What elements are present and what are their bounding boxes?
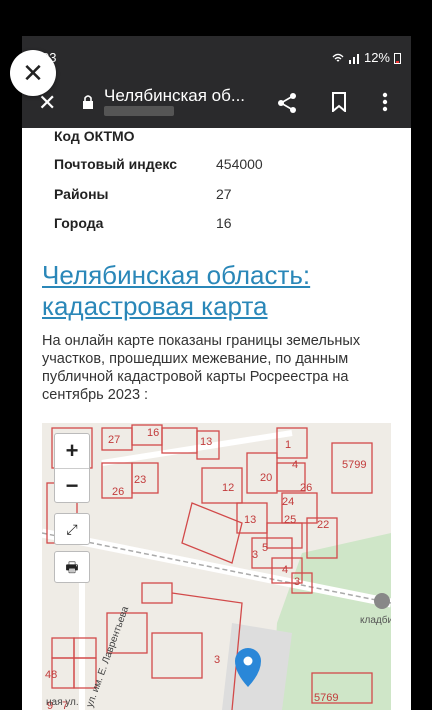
- parcel-label: 3: [294, 576, 300, 588]
- zoom-in-button[interactable]: +: [55, 434, 89, 469]
- bookmark-icon[interactable]: [331, 92, 347, 112]
- phone-screen: 03 12% ✕ Челябинская об... Код ОКТМО Поч…: [22, 36, 411, 710]
- status-bar: 03 12%: [22, 36, 411, 80]
- parcel-label: 1: [285, 439, 291, 451]
- more-vert-icon[interactable]: [382, 92, 388, 112]
- parcel-label: 5799: [342, 459, 366, 471]
- close-overlay-button[interactable]: ✕: [10, 50, 56, 96]
- parcel-label: 26: [300, 482, 312, 494]
- info-value-postal: 454000: [216, 156, 263, 172]
- status-right: 12%: [332, 50, 401, 65]
- parcel-label: 16: [147, 427, 159, 439]
- map-canvas[interactable]: 27 16 13 1 4 26 23 12 20 3 5799 24 25 13…: [42, 423, 391, 710]
- info-label-cities: Города: [54, 215, 104, 231]
- location-pin-dot: [243, 656, 253, 666]
- article-heading-link[interactable]: Челябинская область: кадастровая карта: [42, 260, 392, 322]
- signal-icon: [348, 53, 359, 64]
- parcel-label: 12: [222, 482, 234, 494]
- print-button[interactable]: 🖶: [54, 551, 90, 583]
- cemetery-icon: [374, 593, 390, 609]
- page-url[interactable]: [104, 106, 174, 116]
- article-paragraph: На онлайн карте показаны границы земельн…: [42, 333, 361, 403]
- zoom-out-button[interactable]: −: [55, 469, 89, 503]
- fullscreen-icon: ⤢: [66, 521, 78, 537]
- share-icon[interactable]: [276, 92, 298, 114]
- parcel-label: 5: [262, 542, 268, 554]
- info-value-districts: 27: [216, 186, 232, 202]
- parcel-label: 48: [45, 669, 57, 681]
- parcel-label: 27: [108, 434, 120, 446]
- printer-icon: 🖶: [65, 559, 79, 575]
- parcel-label: 26: [112, 486, 124, 498]
- cadastral-map[interactable]: 27 16 13 1 4 26 23 12 20 3 5799 24 25 13…: [42, 423, 391, 710]
- parcel-label: 24: [282, 496, 294, 508]
- parcel-label: 13: [200, 436, 212, 448]
- street-label: ная ул.: [46, 697, 79, 708]
- parcel-label: 4: [282, 564, 288, 576]
- parcel-label: 20: [260, 472, 272, 484]
- parcel-label: 23: [134, 474, 146, 486]
- zoom-control: + −: [54, 433, 90, 503]
- parcel-label: 13: [244, 514, 256, 526]
- close-icon: ✕: [22, 57, 44, 88]
- lock-icon: [83, 95, 93, 109]
- info-label-postal: Почтовый индекс: [54, 156, 178, 172]
- battery-icon: [394, 52, 401, 64]
- parcel-label: 5769: [314, 692, 338, 704]
- browser-toolbar: ✕ Челябинская об...: [22, 80, 411, 128]
- parcel-label: 3: [214, 654, 220, 666]
- page-title[interactable]: Челябинская об...: [104, 86, 252, 106]
- parcel-label: 4: [292, 459, 298, 471]
- battery-level: 12%: [363, 50, 390, 65]
- fullscreen-button[interactable]: ⤢: [54, 513, 90, 545]
- web-content: Код ОКТМО Почтовый индекс 454000 Районы …: [22, 128, 411, 710]
- info-value-cities: 16: [216, 215, 232, 231]
- info-label-districts: Районы: [54, 186, 109, 202]
- wifi-icon: [332, 53, 344, 61]
- parcel-label: 25: [284, 514, 296, 526]
- info-label-oktmo: Код ОКТМО: [54, 128, 135, 144]
- parcel-label: 3: [252, 549, 258, 561]
- parcel-label: 22: [317, 519, 329, 531]
- poi-label: кладбище Амурс: [360, 614, 391, 626]
